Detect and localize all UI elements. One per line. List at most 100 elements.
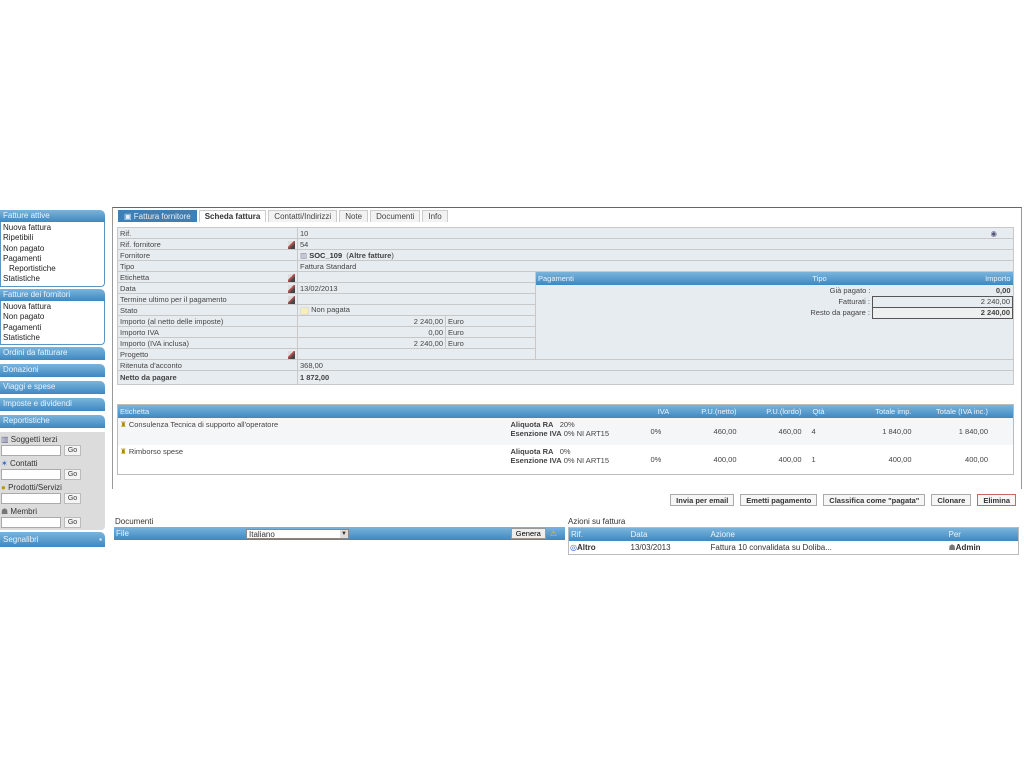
search-label: ✶ Contatti	[1, 459, 38, 468]
search-contact-input[interactable]	[1, 469, 61, 480]
other-invoices-link[interactable]: Altre fatture	[349, 251, 392, 260]
amount-net: 2 240,00	[297, 315, 446, 327]
tab-notes[interactable]: Note	[339, 210, 369, 222]
label: Termine ultimo per il pagamento	[117, 293, 298, 305]
event-icon: ◎	[570, 542, 577, 552]
action-buttons: Invia per email Emetti pagamento Classif…	[670, 494, 1016, 506]
remaining: 2 240,00	[872, 306, 1013, 319]
go-button[interactable]: Go	[64, 493, 81, 504]
currency: Euro	[445, 337, 536, 349]
invoiced: 2 240,00	[872, 295, 1013, 308]
already-paid: 0,00	[995, 285, 1011, 295]
tab-bar: ▣ Fattura fornitore Scheda fattura Conta…	[118, 210, 448, 222]
menu-item[interactable]: Pagamenti	[3, 323, 102, 333]
classify-paid-button[interactable]: Classifica come "pagata"	[823, 494, 926, 506]
line-row[interactable]: ♜ Rimborso spese Aliquota RA 0% Esenzione…	[118, 445, 1014, 475]
service-icon: ♜	[120, 419, 127, 429]
tab-info[interactable]: Info	[422, 210, 448, 222]
label: Etichetta	[117, 271, 298, 283]
line-row[interactable]: ♜ Consulenza Tecnica di supporto all'ope…	[117, 417, 1014, 445]
edit-icon[interactable]	[288, 240, 295, 249]
supplier-ref-value: 54	[297, 238, 1014, 250]
amount-vat: 0,00	[297, 326, 446, 338]
make-payment-button[interactable]: Emetti pagamento	[740, 494, 818, 506]
menu-item[interactable]: Nuova fattura	[3, 302, 102, 312]
search-label: ● Prodotti/Servizi	[1, 483, 62, 492]
invoice-lines-table: Etichetta IVA P.U.(netto) P.U.(lordo) Qtà To…	[117, 404, 1014, 475]
menu-item[interactable]: Statistiche	[3, 274, 102, 284]
user-link[interactable]: Admin	[956, 543, 981, 552]
edit-icon[interactable]	[288, 273, 295, 282]
member-icon: ☗	[1, 507, 9, 516]
generate-button[interactable]: Genera	[510, 528, 546, 539]
label: Stato	[117, 304, 298, 316]
menu-donations[interactable]: Donazioni	[0, 364, 105, 377]
type-value: Fattura Standard	[297, 260, 1014, 272]
tab-documents[interactable]: Documenti	[370, 210, 421, 222]
label: Già pagato :	[829, 286, 871, 295]
tab-invoice-card[interactable]: Scheda fattura	[198, 210, 267, 222]
net-to-pay-value: 1 872,00	[297, 370, 1014, 385]
tab-contacts[interactable]: Contatti/Indirizzi	[268, 210, 338, 222]
payments-header: Pagamenti Tipo Importo	[536, 272, 1013, 285]
search-product-input[interactable]	[1, 493, 61, 504]
clone-button[interactable]: Clonare	[931, 494, 972, 506]
menu-item[interactable]: Statistiche	[3, 333, 102, 343]
menu-trips[interactable]: Viaggi e spese	[0, 381, 105, 394]
events-header: Rif. Data Azione Per	[568, 527, 1019, 541]
label: Importo (IVA inclusa)	[117, 337, 298, 349]
warning-icon: ⚠	[549, 529, 557, 538]
label: Data	[117, 282, 298, 294]
menu-item[interactable]: Reportistiche	[3, 264, 102, 274]
company-icon: ▥	[300, 250, 308, 260]
menu-item[interactable]: Ripetibili	[3, 233, 102, 243]
bookmark-toggle-icon[interactable]: ▪	[99, 532, 102, 547]
go-button[interactable]: Go	[64, 517, 81, 528]
menu-header[interactable]: Fatture dei fornitori	[0, 289, 105, 301]
tab-supplier-invoice[interactable]: ▣ Fattura fornitore	[118, 210, 197, 222]
menu-bookmarks[interactable]: Segnalibri ▪	[0, 532, 105, 547]
supplier-value: ▥ SOC_109 (Altre fatture)	[297, 249, 1014, 261]
status-icon	[300, 306, 309, 315]
edit-icon[interactable]	[288, 284, 295, 293]
go-button[interactable]: Go	[64, 469, 81, 480]
label: Rif.	[117, 227, 298, 239]
currency: Euro	[445, 315, 536, 327]
net-to-pay-label: Netto da pagare	[117, 370, 298, 385]
next-icon[interactable]: ◉	[990, 229, 997, 238]
delete-button[interactable]: Elimina	[977, 494, 1016, 506]
search-member-input[interactable]	[1, 517, 61, 528]
supplier-link[interactable]: SOC_109	[309, 251, 342, 260]
events-table: Rif. Data Azione Per ◎Altro 13/03/2013 Fatt…	[568, 527, 1019, 555]
menu-header[interactable]: Fatture attive	[0, 210, 105, 222]
menu-item[interactable]: Non pagato	[3, 312, 102, 322]
label: Ritenuta d'acconto	[117, 359, 298, 371]
label: Rif. fornitore	[117, 238, 298, 250]
label: Importo (al netto delle imposte)	[117, 315, 298, 327]
menu-item[interactable]: Pagamenti	[3, 254, 102, 264]
documents-title: Documenti	[115, 517, 154, 526]
edit-icon[interactable]	[288, 350, 295, 359]
menu-item[interactable]: Non pagato	[3, 244, 102, 254]
invoice-card-table: Rif. 10 ◉ Rif. fornitore 54 Fornitore ▥ SOC_…	[117, 227, 1014, 385]
product-icon: ●	[1, 483, 6, 492]
menu-taxes[interactable]: Imposte e dividendi	[0, 398, 105, 411]
amount-total: 2 240,00	[297, 337, 446, 349]
label: Fornitore	[117, 249, 298, 261]
documents-bar: File Italiano ▼ Genera ⚠	[114, 527, 565, 540]
search-thirdparty-input[interactable]	[1, 445, 61, 456]
menu-item[interactable]: Nuova fattura	[3, 223, 102, 233]
status-value: Non pagata	[297, 304, 536, 316]
service-icon: ♜	[120, 446, 127, 456]
edit-icon[interactable]	[288, 295, 295, 304]
menu-orders[interactable]: Ordini da fatturare	[0, 347, 105, 360]
menu-reports[interactable]: Reportistiche	[0, 415, 105, 428]
event-row[interactable]: ◎Altro 13/03/2013 Fattura 10 convalidata…	[569, 541, 1019, 555]
menu-supplier-invoices: Fatture dei fornitori Nuova fattura Non …	[0, 289, 105, 346]
label: Importo IVA	[117, 326, 298, 338]
payments-panel: Pagamenti Tipo Importo Già pagato : 0,00 Fa…	[535, 271, 1014, 360]
language-select[interactable]: Italiano ▼	[246, 528, 349, 539]
send-email-button[interactable]: Invia per email	[670, 494, 735, 506]
go-button[interactable]: Go	[64, 445, 81, 456]
date-value: 13/02/2013	[297, 282, 536, 294]
